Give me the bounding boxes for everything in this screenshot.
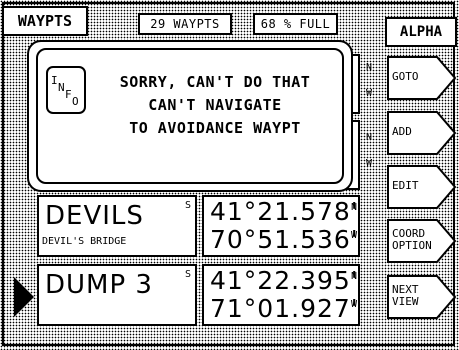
longitude-value: 71°01.927' — [210, 294, 359, 323]
add-button[interactable]: ADD — [387, 111, 457, 155]
waypoint-symbol: S — [185, 200, 192, 211]
goto-button[interactable]: GOTO — [387, 56, 457, 100]
dialog-message-line1: SORRY, CAN'T DO THAT — [119, 73, 311, 91]
waypoint-row[interactable]: DEVILS S DEVIL'S BRIDGE — [37, 195, 197, 257]
lat-hemisphere: N — [366, 62, 373, 73]
waypoint-symbol: S — [185, 269, 192, 280]
lat-hemisphere: N — [351, 271, 358, 282]
latitude-value: 41°21.578' — [210, 197, 359, 226]
lat-hemisphere: N — [366, 132, 373, 143]
page-title-tab: WAYPTS — [2, 6, 88, 36]
next-view-button[interactable]: NEXT VIEW — [387, 275, 457, 319]
lon-hemisphere: W — [351, 230, 358, 241]
longitude-value: 70°51.536' — [210, 225, 359, 254]
lon-hemisphere: W — [351, 299, 358, 310]
waypoint-coords: 41°21.578' N 70°51.536' W — [202, 195, 360, 257]
waypoint-count: 29 WAYPTS — [138, 13, 232, 35]
coord-option-button[interactable]: COORD OPTION — [387, 219, 457, 263]
lat-hemisphere: N — [351, 202, 358, 213]
dialog-message-line2: CAN'T NAVIGATE — [148, 96, 282, 114]
lon-hemisphere: W — [366, 158, 373, 169]
gps-screen: WAYPTS 29 WAYPTS 68 % FULL ALPHA N W N W… — [0, 0, 459, 350]
waypoint-coords: 41°22.395' N 71°01.927' W — [202, 264, 360, 326]
alpha-mode-tab[interactable]: ALPHA — [385, 17, 457, 47]
waypoint-row[interactable]: DUMP 3 S — [37, 264, 197, 326]
lon-hemisphere: W — [366, 88, 373, 99]
selection-pointer-icon — [14, 277, 34, 317]
dialog-message-line3: TO AVOIDANCE WAYPT — [129, 119, 301, 137]
latitude-value: 41°22.395' — [210, 266, 359, 295]
waypoint-name: DEVILS — [45, 201, 144, 231]
waypoint-comment: DEVIL'S BRIDGE — [42, 236, 127, 247]
edit-button[interactable]: EDIT — [387, 165, 457, 209]
page-title: WAYPTS — [17, 12, 73, 30]
info-icon: I N F O — [46, 66, 86, 114]
memory-status: 68 % FULL — [253, 13, 338, 35]
waypoint-name: DUMP 3 — [45, 270, 153, 300]
